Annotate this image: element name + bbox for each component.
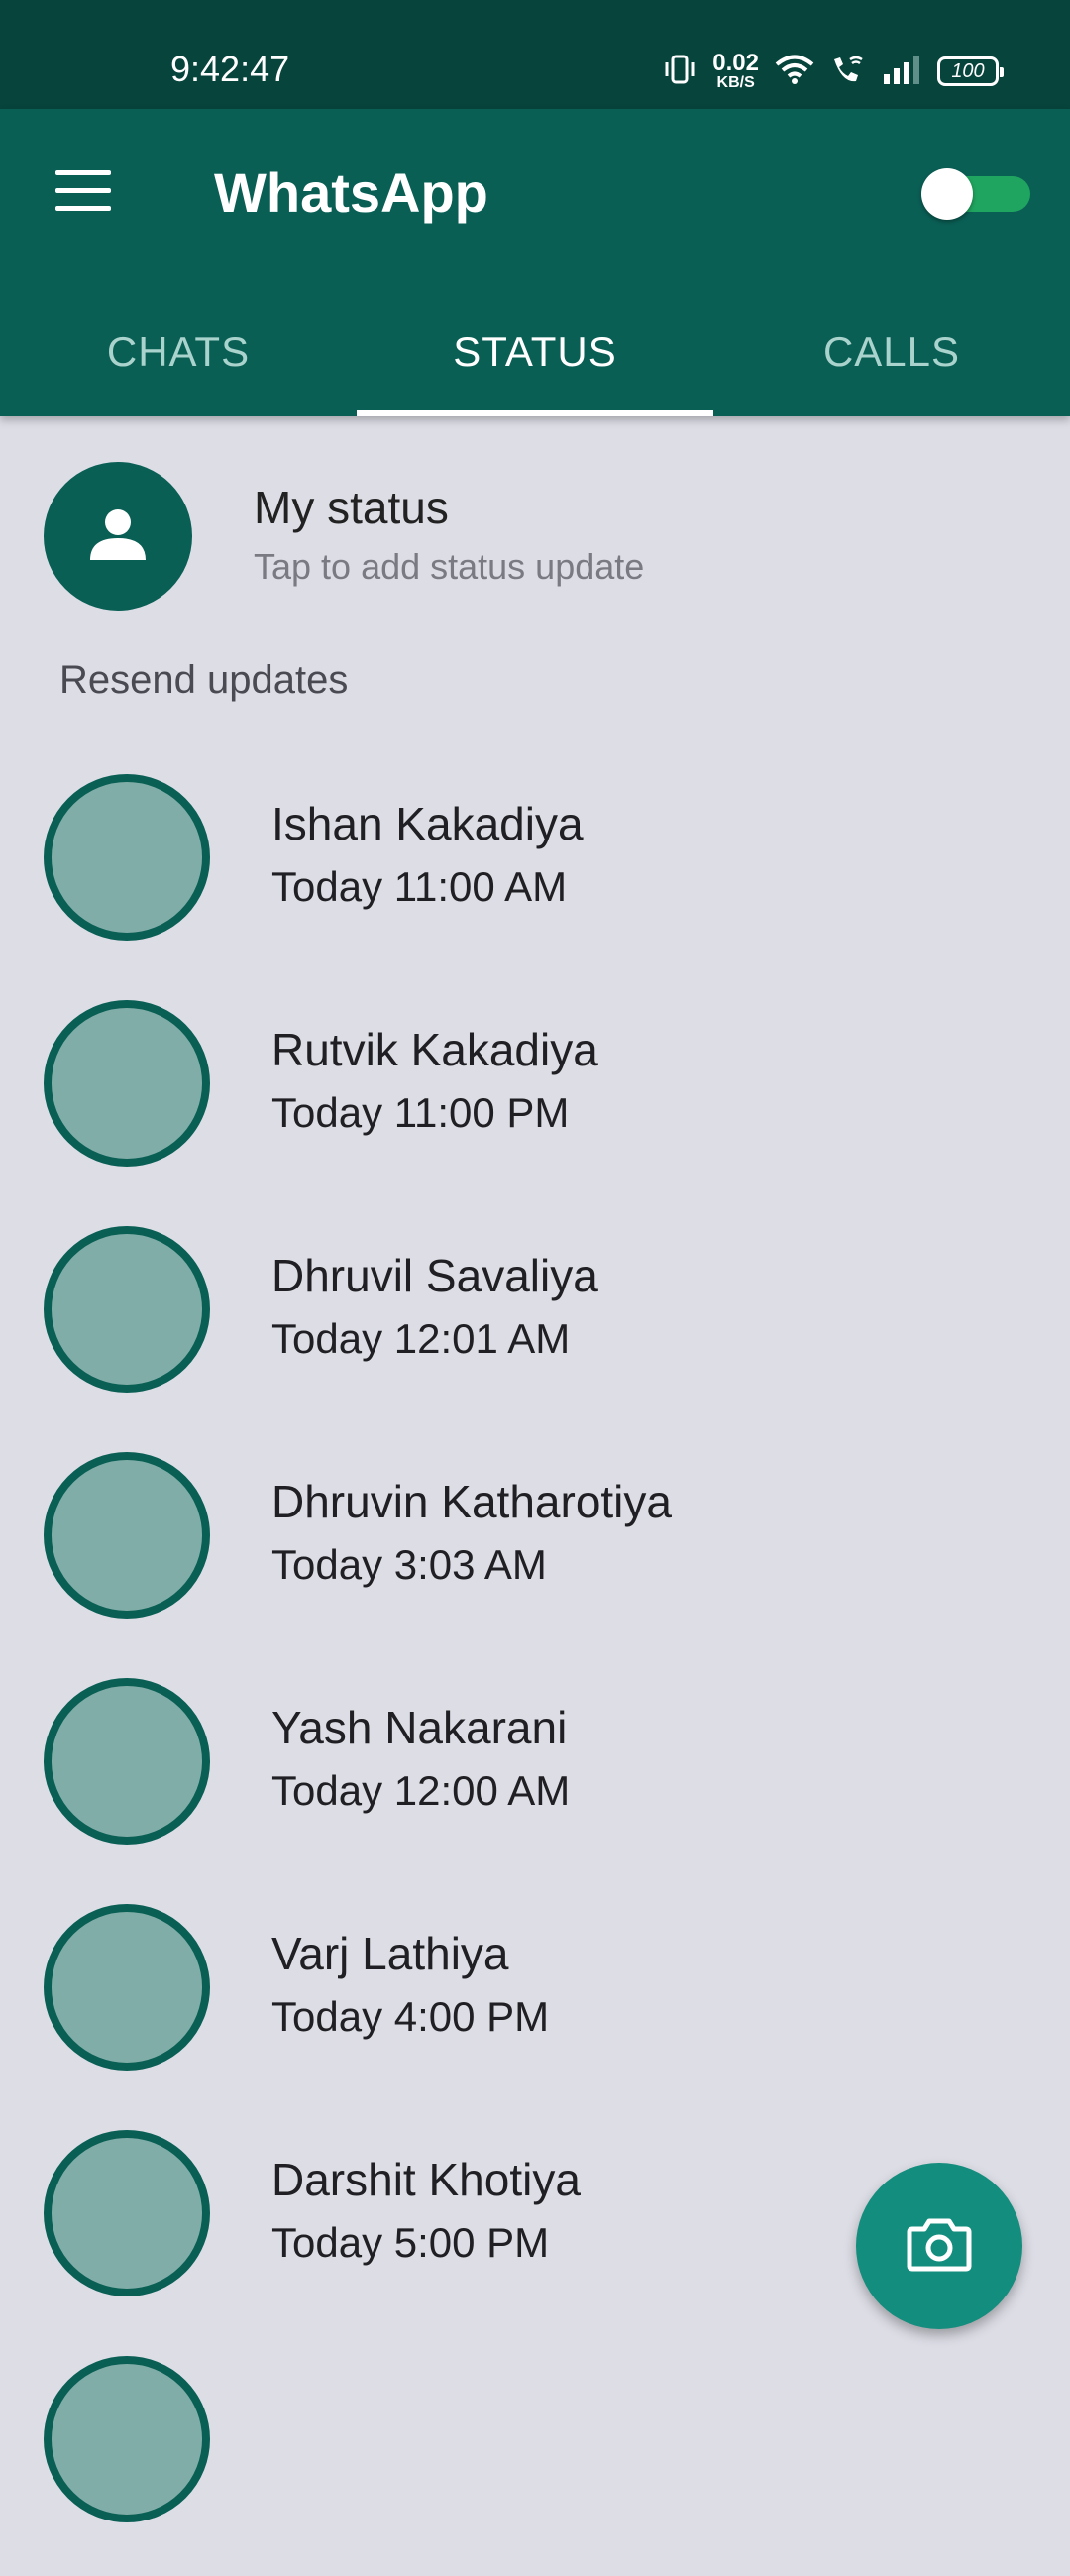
theme-toggle[interactable] [921,168,1032,220]
contact-name: Dhruvin Katharotiya [271,1476,672,1527]
camera-button[interactable] [856,2163,1022,2329]
status-avatar [44,774,210,941]
status-avatar [44,1452,210,1619]
tab-chats[interactable]: CHATS [0,307,357,416]
network-speed-unit: KB/S [716,74,755,91]
tab-status[interactable]: STATUS [357,307,713,416]
status-time: Today 4:00 PM [271,1993,550,2040]
list-item[interactable]: Dhruvil Savaliya Today 12:01 AM [0,1220,1070,1446]
status-avatar [44,1226,210,1393]
list-item[interactable] [0,2350,1070,2576]
list-item[interactable]: Dhruvin Katharotiya Today 3:03 AM [0,1446,1070,1672]
my-status-item[interactable]: My status Tap to add status update [0,456,1070,615]
network-speed: 0.02 KB/S [712,52,759,91]
status-avatar [44,2130,210,2296]
list-item[interactable]: Rutvik Kakadiya Today 11:00 PM [0,994,1070,1220]
status-time: Today 11:00 PM [271,1089,570,1136]
network-speed-value: 0.02 [712,50,759,76]
battery-icon: 100 [937,56,1004,86]
status-time: Today 12:01 AM [271,1315,571,1362]
avatar [44,462,192,611]
my-status-subtitle: Tap to add status update [254,546,645,587]
wifi-icon [775,54,814,90]
section-header: Resend updates [59,658,349,702]
status-avatar [44,1000,210,1167]
contact-name: Ishan Kakadiya [271,798,584,849]
contact-name: Rutvik Kakadiya [271,1024,598,1075]
camera-icon [907,2215,972,2278]
status-time: Today 5:00 PM [271,2219,550,2266]
contact-name: Darshit Khotiya [271,2154,581,2205]
menu-icon[interactable] [55,170,111,212]
app-title: WhatsApp [214,162,488,224]
contact-name: Yash Nakarani [271,1702,568,1753]
clock: 9:42:47 [170,49,290,89]
toggle-knob [921,168,973,220]
list-item[interactable]: Yash Nakarani Today 12:00 AM [0,1672,1070,1898]
list-item[interactable]: Varj Lathiya Today 4:00 PM [0,1898,1070,2124]
tab-calls[interactable]: CALLS [713,307,1070,416]
wifi-calling-icon [830,54,866,90]
status-avatar [44,1678,210,1845]
app-bar: WhatsApp CHATS STATUS CALLS [0,109,1070,416]
person-icon [86,503,150,571]
tab-bar: CHATS STATUS CALLS [0,307,1070,416]
system-status-bar: 9:42:47 0.02 KB/S 100 [0,0,1070,109]
status-time: Today 12:00 AM [271,1767,571,1814]
status-time: Today 3:03 AM [271,1541,547,1588]
signal-icon [882,55,921,89]
vibrate-icon [663,54,696,90]
contact-name: Dhruvil Savaliya [271,1250,598,1301]
contact-name: Varj Lathiya [271,1928,509,1979]
status-avatar [44,1904,210,2071]
status-icons: 0.02 KB/S 100 [663,50,1004,93]
list-item[interactable]: Ishan Kakadiya Today 11:00 AM [0,768,1070,994]
status-avatar [44,2356,210,2522]
status-time: Today 11:00 AM [271,863,568,910]
my-status-title: My status [254,482,449,533]
